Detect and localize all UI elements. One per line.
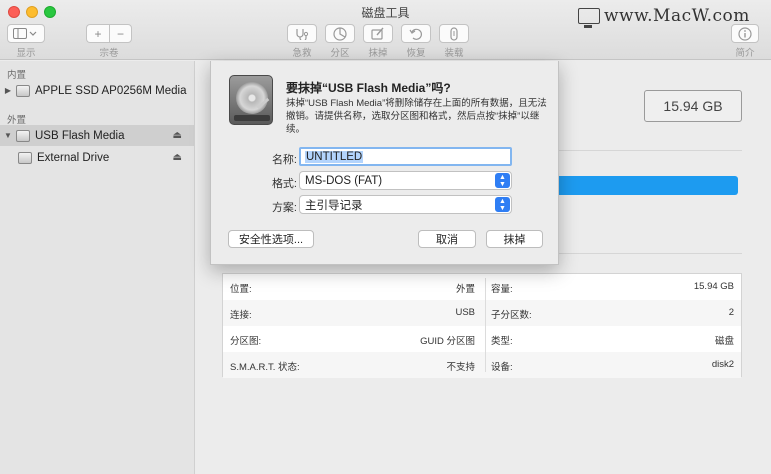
scheme-field-wrapper: 主引导记录 ▲ ▼ (299, 195, 512, 214)
mount-button[interactable] (439, 24, 469, 43)
first-aid-label: 急救 (292, 48, 312, 59)
window-toolbar: 磁盘工具 www.MacW.com 显示 + − 宗卷 急救 分区 抹掉 恢复 … (0, 0, 771, 60)
partition-map-value: GUID 分区图 (420, 336, 475, 347)
restore-label: 恢复 (406, 48, 426, 59)
first-aid-control[interactable]: 急救 (287, 24, 317, 59)
restore-arrow-icon (409, 28, 422, 40)
scheme-label: 方案: (271, 202, 297, 214)
add-volume-button[interactable]: + (86, 24, 109, 43)
device-label: 设备: (491, 362, 513, 373)
monitor-logo-icon (578, 8, 600, 28)
smart-status-label: S.M.A.R.T. 状态: (230, 362, 300, 373)
partition-pie-icon (333, 26, 347, 41)
partition-map-label: 分区图: (230, 336, 262, 347)
disclosure-triangle-expanded-icon[interactable]: ▼ (3, 131, 13, 140)
view-control[interactable]: 显示 (7, 24, 45, 59)
erase-toolbar-label: 抹掉 (368, 48, 388, 59)
table-row: 位置: 外置 容量: 15.94 GB (223, 274, 741, 300)
eraser-disk-icon (371, 27, 384, 40)
sidebar-item-label: APPLE SSD AP0256M Media (35, 84, 187, 97)
connection-value: USB (455, 307, 475, 318)
internal-disk-icon (16, 84, 30, 97)
popup-arrows-icon: ▲ ▼ (495, 197, 510, 212)
first-aid-button[interactable] (287, 24, 317, 43)
scheme-select[interactable]: 主引导记录 ▲ ▼ (299, 195, 512, 214)
sidebar-item-label: USB Flash Media (35, 129, 125, 142)
dialog-title: 要抹掉“USB Flash Media”吗? (286, 81, 451, 95)
scheme-select-value: 主引导记录 (305, 199, 363, 212)
volume-icon (18, 151, 32, 164)
format-field-wrapper: MS-DOS (FAT) ▲ ▼ (299, 171, 512, 190)
view-label: 显示 (16, 48, 36, 59)
info-control[interactable]: 简介 (731, 24, 759, 59)
info-table: 位置: 外置 容量: 15.94 GB 连接: USB 子分区数: 2 分区图:… (222, 273, 742, 378)
popup-arrows-icon: ▲ ▼ (495, 173, 510, 188)
volume-segmented: + − (86, 24, 132, 43)
external-disk-icon (16, 129, 30, 142)
hard-drive-icon (229, 75, 273, 125)
location-value: 外置 (455, 284, 475, 295)
info-label: 简介 (735, 48, 755, 59)
table-row: 连接: USB 子分区数: 2 (223, 300, 741, 326)
name-input-value: UNTITLED (305, 150, 364, 163)
erase-dialog: 要抹掉“USB Flash Media”吗? 抹掉“USB Flash Medi… (210, 61, 559, 265)
erase-control[interactable]: 抹掉 (363, 24, 393, 59)
info-icon (738, 26, 752, 41)
sidebar-toggle-icon (13, 28, 37, 39)
mount-icon (450, 26, 458, 41)
info-button[interactable] (731, 24, 759, 43)
dialog-description: 抹掉“USB Flash Media”将删除储存在上面的所有数据，且无法撤销。请… (286, 98, 547, 135)
name-field-wrapper: UNTITLED (299, 147, 512, 166)
watermark-text: www.MacW.com (604, 6, 750, 26)
stethoscope-icon (296, 28, 309, 40)
device-value: disk2 (711, 359, 734, 370)
erase-confirm-button[interactable]: 抹掉 (486, 230, 543, 248)
column-divider (485, 278, 486, 372)
name-label: 名称: (271, 154, 297, 166)
disclosure-triangle-icon[interactable]: ▶ (3, 86, 13, 95)
volume-control: + − 宗卷 (86, 24, 132, 59)
child-count-value: 2 (728, 307, 734, 318)
sidebar-item-label: External Drive (37, 151, 110, 164)
watermark: www.MacW.com (578, 6, 750, 28)
table-row: 分区图: GUID 分区图 类型: 磁盘 (223, 326, 741, 352)
type-label: 类型: (491, 336, 513, 347)
location-label: 位置: (230, 284, 252, 295)
mount-label: 装载 (444, 48, 464, 59)
format-select[interactable]: MS-DOS (FAT) ▲ ▼ (299, 171, 512, 190)
sidebar-header-internal: 内置 (7, 70, 27, 81)
sidebar: 内置 ▶ APPLE SSD AP0256M Media 外置 ▼ USB Fl… (0, 61, 195, 474)
eject-icon[interactable]: ⏏ (173, 152, 182, 163)
volume-label: 宗卷 (99, 48, 119, 59)
usage-bar (545, 176, 738, 195)
partition-control[interactable]: 分区 (325, 24, 355, 59)
capacity-display: 15.94 GB (644, 90, 742, 122)
name-input[interactable]: UNTITLED (299, 147, 512, 166)
capacity-value: 15.94 GB (693, 281, 734, 292)
sidebar-item-apple-ssd[interactable]: ▶ APPLE SSD AP0256M Media (0, 80, 194, 101)
format-label: 格式: (271, 178, 297, 190)
table-row: S.M.A.R.T. 状态: 不支持 设备: disk2 (223, 352, 741, 378)
eject-icon[interactable]: ⏏ (173, 130, 182, 141)
sidebar-header-external: 外置 (7, 115, 27, 126)
smart-status-value: 不支持 (446, 362, 475, 373)
sidebar-item-usb-flash-media[interactable]: ▼ USB Flash Media ⏏ (0, 125, 194, 146)
remove-volume-button[interactable]: − (109, 24, 132, 43)
sidebar-item-external-drive[interactable]: External Drive ⏏ (0, 147, 194, 168)
partition-label: 分区 (330, 48, 350, 59)
restore-button[interactable] (401, 24, 431, 43)
child-count-label: 子分区数: (491, 310, 532, 321)
security-options-button[interactable]: 安全性选项... (228, 230, 314, 248)
connection-label: 连接: (230, 310, 252, 321)
erase-toolbar-button[interactable] (363, 24, 393, 43)
type-value: 磁盘 (714, 336, 734, 347)
sidebar-view-button[interactable] (7, 24, 45, 43)
format-select-value: MS-DOS (FAT) (305, 174, 383, 187)
restore-control[interactable]: 恢复 (401, 24, 431, 59)
cancel-button[interactable]: 取消 (418, 230, 476, 248)
partition-button[interactable] (325, 24, 355, 43)
capacity-label: 容量: (491, 284, 513, 295)
mount-control[interactable]: 装载 (439, 24, 469, 59)
